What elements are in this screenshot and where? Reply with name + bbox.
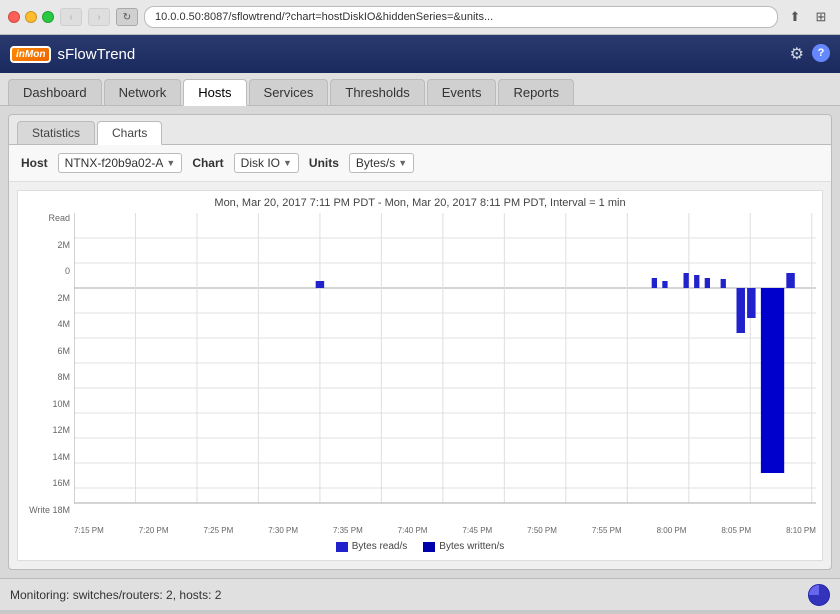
main-nav: Dashboard Network Hosts Services Thresho… xyxy=(0,73,840,106)
x-label: 7:55 PM xyxy=(592,526,622,535)
traffic-lights xyxy=(8,11,54,23)
chevron-down-icon: ▼ xyxy=(398,158,407,168)
status-text: Monitoring: switches/routers: 2, hosts: … xyxy=(10,588,221,602)
back-button[interactable]: ‹ xyxy=(60,8,82,26)
chart-label: Chart xyxy=(192,156,223,170)
y-label: 10M xyxy=(24,399,70,409)
legend-item-write: Bytes written/s xyxy=(423,541,504,552)
legend-item-read: Bytes read/s xyxy=(336,541,408,552)
tab-dashboard[interactable]: Dashboard xyxy=(8,79,102,105)
address-bar[interactable]: 10.0.0.50:8087/sflowtrend/?chart=hostDis… xyxy=(144,6,778,28)
x-label: 8:00 PM xyxy=(657,526,687,535)
y-label: 8M xyxy=(24,372,70,382)
x-label: 8:10 PM xyxy=(786,526,816,535)
x-label: 7:25 PM xyxy=(203,526,233,535)
chevron-down-icon: ▼ xyxy=(166,158,175,168)
controls-row: Host NTNX-f20b9a02-A ▼ Chart Disk IO ▼ U… xyxy=(9,145,831,182)
x-label: 7:20 PM xyxy=(139,526,169,535)
tab-network[interactable]: Network xyxy=(104,79,182,105)
y-label: 4M xyxy=(24,319,70,329)
y-label: 16M xyxy=(24,478,70,488)
y-label: 0 xyxy=(24,266,70,276)
status-icon xyxy=(808,584,830,606)
tab-reports[interactable]: Reports xyxy=(498,79,574,105)
new-tab-icon[interactable]: ⊞ xyxy=(810,8,832,26)
tab-hosts[interactable]: Hosts xyxy=(183,79,246,106)
x-label: 7:35 PM xyxy=(333,526,363,535)
settings-icon[interactable]: ⚙ xyxy=(790,44,804,64)
y-label: 2M xyxy=(24,293,70,303)
url-text: 10.0.0.50:8087/sflowtrend/?chart=hostDis… xyxy=(155,11,493,23)
x-label: 7:45 PM xyxy=(462,526,492,535)
y-label: Write 18M xyxy=(24,505,70,515)
chart-dropdown[interactable]: Disk IO ▼ xyxy=(234,153,299,173)
y-label: 2M xyxy=(24,240,70,250)
content-area: Statistics Charts Host NTNX-f20b9a02-A ▼… xyxy=(0,106,840,578)
app-bar: inMon sFlowTrend ⚙ ? xyxy=(0,35,840,73)
sub-tabs: Statistics Charts xyxy=(9,115,831,145)
share-icon[interactable]: ⬆ xyxy=(784,8,806,26)
x-label: 7:30 PM xyxy=(268,526,298,535)
chart-container: Mon, Mar 20, 2017 7:11 PM PDT - Mon, Mar… xyxy=(17,190,823,561)
status-bar: Monitoring: switches/routers: 2, hosts: … xyxy=(0,578,840,610)
tab-statistics[interactable]: Statistics xyxy=(17,121,95,144)
y-label: 14M xyxy=(24,452,70,462)
chart-svg-area: 7:15 PM 7:20 PM 7:25 PM 7:30 PM 7:35 PM … xyxy=(74,213,816,535)
units-dropdown[interactable]: Bytes/s ▼ xyxy=(349,153,414,173)
tab-services[interactable]: Services xyxy=(249,79,329,105)
inner-card: Statistics Charts Host NTNX-f20b9a02-A ▼… xyxy=(8,114,832,570)
app-title: sFlowTrend xyxy=(57,46,135,63)
maximize-button[interactable] xyxy=(42,11,54,23)
tab-events[interactable]: Events xyxy=(427,79,497,105)
y-axis: Read 2M 0 2M 4M 6M 8M 10M 12M 14M 16M Wr… xyxy=(24,213,74,535)
x-axis: 7:15 PM 7:20 PM 7:25 PM 7:30 PM 7:35 PM … xyxy=(74,523,816,535)
legend-label-write: Bytes written/s xyxy=(439,541,504,552)
x-label: 8:05 PM xyxy=(721,526,751,535)
chart-title: Mon, Mar 20, 2017 7:11 PM PDT - Mon, Mar… xyxy=(24,197,816,209)
x-label: 7:50 PM xyxy=(527,526,557,535)
minimize-button[interactable] xyxy=(25,11,37,23)
legend-color-write xyxy=(423,542,435,552)
tab-thresholds[interactable]: Thresholds xyxy=(330,79,424,105)
host-dropdown[interactable]: NTNX-f20b9a02-A ▼ xyxy=(58,153,183,173)
chart-legend: Bytes read/s Bytes written/s xyxy=(24,535,816,554)
y-label: 6M xyxy=(24,346,70,356)
host-label: Host xyxy=(21,156,48,170)
y-label: 12M xyxy=(24,425,70,435)
chart-wrapper: Read 2M 0 2M 4M 6M 8M 10M 12M 14M 16M Wr… xyxy=(24,213,816,535)
app-logo: inMon sFlowTrend xyxy=(10,46,135,63)
legend-label-read: Bytes read/s xyxy=(352,541,408,552)
legend-color-read xyxy=(336,542,348,552)
reload-button[interactable]: ↻ xyxy=(116,8,138,26)
close-button[interactable] xyxy=(8,11,20,23)
units-label: Units xyxy=(309,156,339,170)
chart-svg xyxy=(74,213,816,523)
help-icon[interactable]: ? xyxy=(812,44,830,62)
chevron-down-icon: ▼ xyxy=(283,158,292,168)
forward-button[interactable]: › xyxy=(88,8,110,26)
x-label: 7:15 PM xyxy=(74,526,104,535)
tab-charts[interactable]: Charts xyxy=(97,121,162,145)
inmon-badge: inMon xyxy=(10,46,51,63)
browser-chrome: ‹ › ↻ 10.0.0.50:8087/sflowtrend/?chart=h… xyxy=(0,0,840,610)
y-label: Read xyxy=(24,213,70,223)
x-label: 7:40 PM xyxy=(398,526,428,535)
